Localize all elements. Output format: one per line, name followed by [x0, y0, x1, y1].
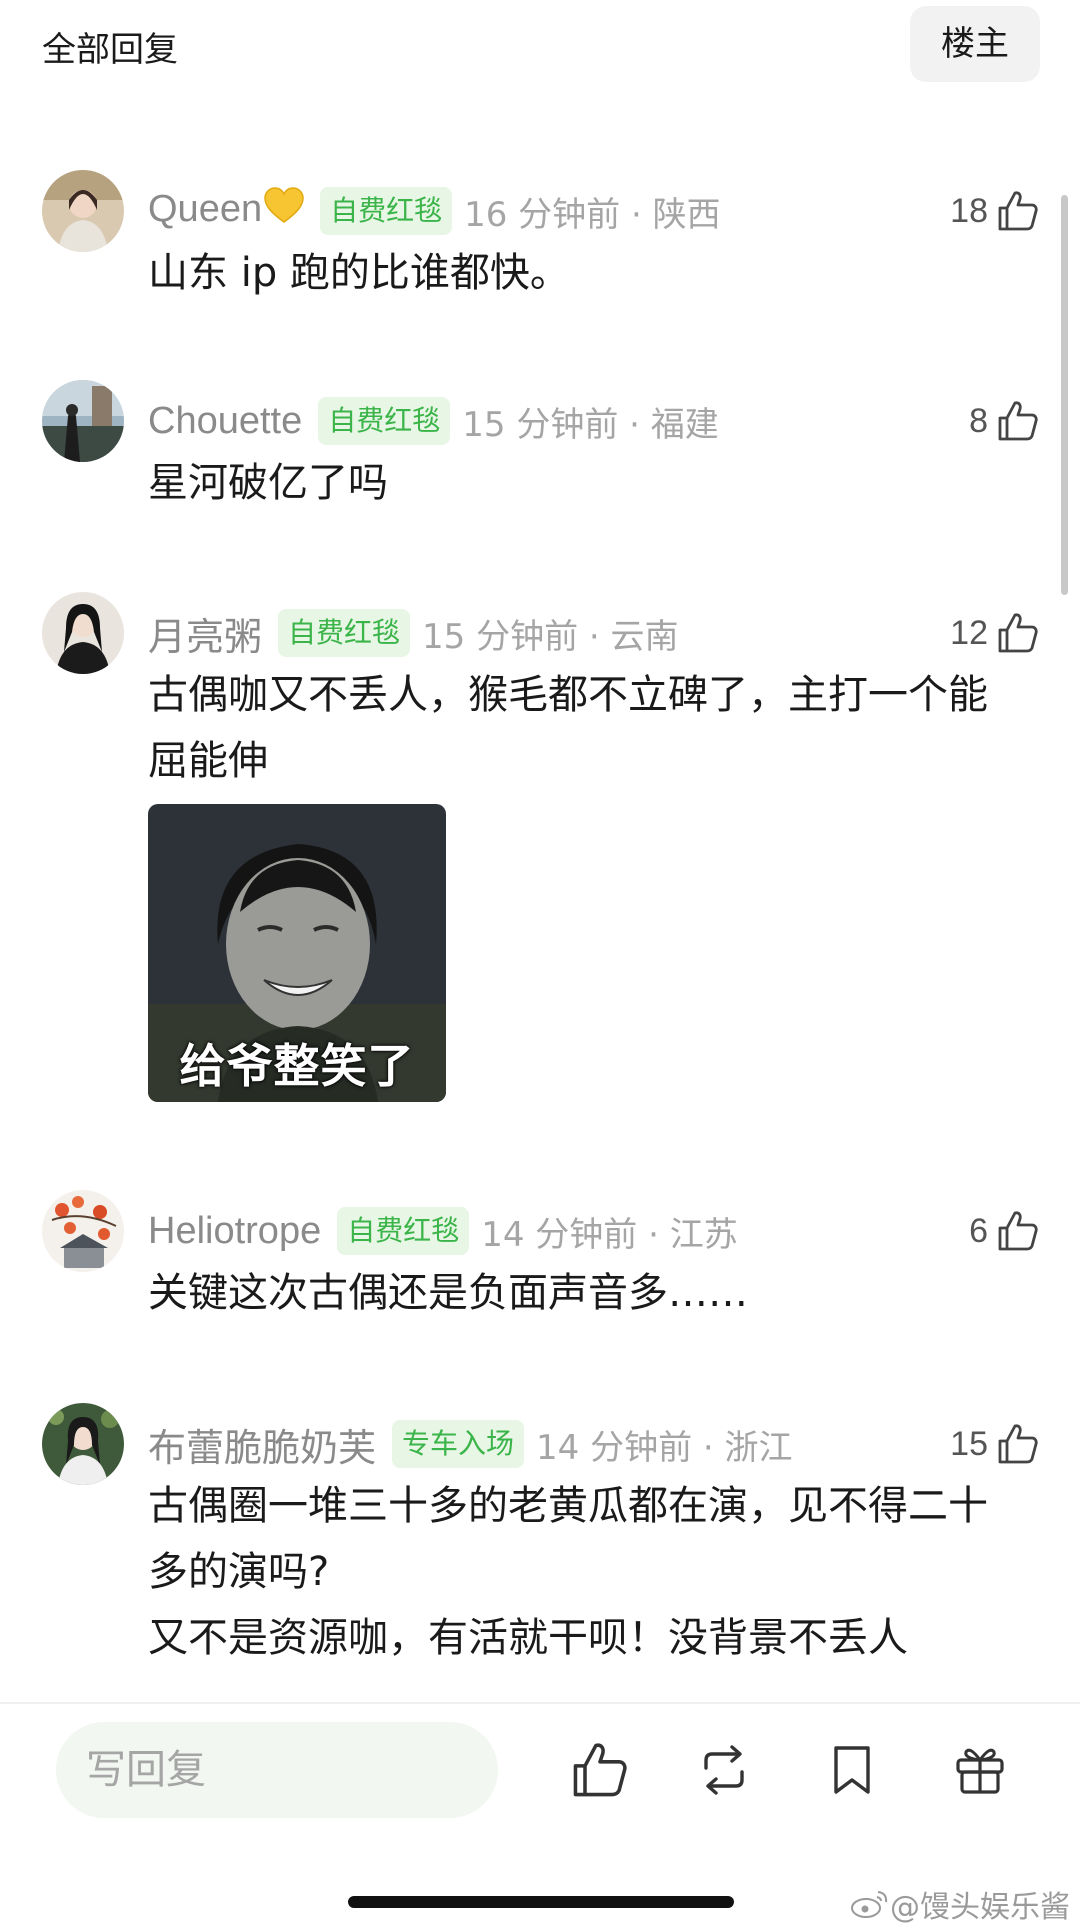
avatar[interactable]: [42, 592, 124, 674]
like-count: 18: [950, 191, 988, 230]
like-button[interactable]: 8: [969, 391, 1040, 451]
watermark: @馒头娱乐酱: [850, 1882, 1070, 1926]
comment-line: 古偶圈一堆三十多的老黄瓜都在演，见不得二十多的演吗?: [148, 1483, 988, 1595]
timestamp-location: 14 分钟前 · 浙江: [536, 1427, 793, 1468]
thumbs-up-icon: [998, 613, 1038, 653]
username[interactable]: Chouette: [148, 400, 302, 443]
like-button[interactable]: 6: [969, 1201, 1040, 1261]
avatar[interactable]: [42, 1403, 124, 1485]
page-title: 全部回复: [42, 30, 178, 70]
watermark-text: @馒头娱乐酱: [890, 1890, 1070, 1925]
username[interactable]: Heliotrope: [148, 1210, 321, 1253]
sticker-caption: 给爷整笑了: [179, 1039, 415, 1093]
thumbs-up-icon: [998, 1424, 1038, 1464]
like-count: 12: [950, 613, 988, 652]
yellow-heart-icon: [264, 187, 304, 235]
timestamp-location: 16 分钟前 · 陕西: [464, 194, 721, 235]
like-button[interactable]: 15: [950, 1414, 1040, 1474]
like-button[interactable]: 12: [950, 603, 1040, 663]
sticker-image[interactable]: 给爷整笑了: [148, 804, 446, 1102]
thumbs-up-icon[interactable]: [570, 1740, 630, 1800]
like-count: 6: [969, 1211, 988, 1250]
comment-text: 关键这次古偶还是负面声音多……: [148, 1270, 748, 1316]
username[interactable]: 月亮粥: [148, 606, 262, 661]
user-badge: 自费红毯: [320, 187, 453, 235]
thumbs-up-icon: [998, 1211, 1038, 1251]
comment-text: 星河破亿了吗: [148, 460, 388, 506]
repost-icon[interactable]: [694, 1740, 754, 1800]
user-badge: 专车入场: [392, 1420, 525, 1468]
home-indicator[interactable]: [348, 1896, 734, 1908]
avatar[interactable]: [42, 170, 124, 252]
user-badge: 自费红毯: [318, 397, 451, 445]
comment-text: 古偶咖又不丢人，猴毛都不立碑了，主打一个能屈能伸: [148, 672, 988, 784]
op-only-button[interactable]: 楼主: [910, 6, 1040, 82]
timestamp-location: 15 分钟前 · 云南: [422, 616, 679, 657]
bookmark-icon[interactable]: [822, 1740, 882, 1800]
user-badge: 自费红毯: [278, 609, 411, 657]
comment-text: 山东 ip 跑的比谁都快。: [148, 250, 570, 296]
scrollbar[interactable]: [1061, 195, 1068, 595]
like-count: 15: [950, 1424, 988, 1463]
thumbs-up-icon: [998, 191, 1038, 231]
avatar[interactable]: [42, 1190, 124, 1272]
gift-icon[interactable]: [950, 1740, 1010, 1800]
reply-input[interactable]: 写回复: [56, 1722, 498, 1818]
weibo-logo-icon: [851, 1891, 888, 1918]
bottom-divider: [0, 1702, 1080, 1704]
avatar[interactable]: [42, 380, 124, 462]
header-bar: 全部回复 楼主: [0, 0, 1080, 100]
timestamp-location: 14 分钟前 · 江苏: [481, 1214, 738, 1255]
user-badge: 自费红毯: [337, 1207, 470, 1255]
like-button[interactable]: 18: [950, 181, 1040, 241]
username[interactable]: 布蕾脆脆奶芙: [148, 1417, 376, 1472]
thumbs-up-icon: [998, 401, 1038, 441]
username[interactable]: Queen: [148, 187, 304, 235]
comment-text: 古偶圈一堆三十多的老黄瓜都在演，见不得二十多的演吗? 又不是资源咖，有活就干呗！…: [148, 1473, 1008, 1671]
comment-line: 又不是资源咖，有活就干呗！没背景不丢人: [148, 1615, 908, 1661]
timestamp-location: 15 分钟前 · 福建: [462, 404, 719, 445]
like-count: 8: [969, 401, 988, 440]
